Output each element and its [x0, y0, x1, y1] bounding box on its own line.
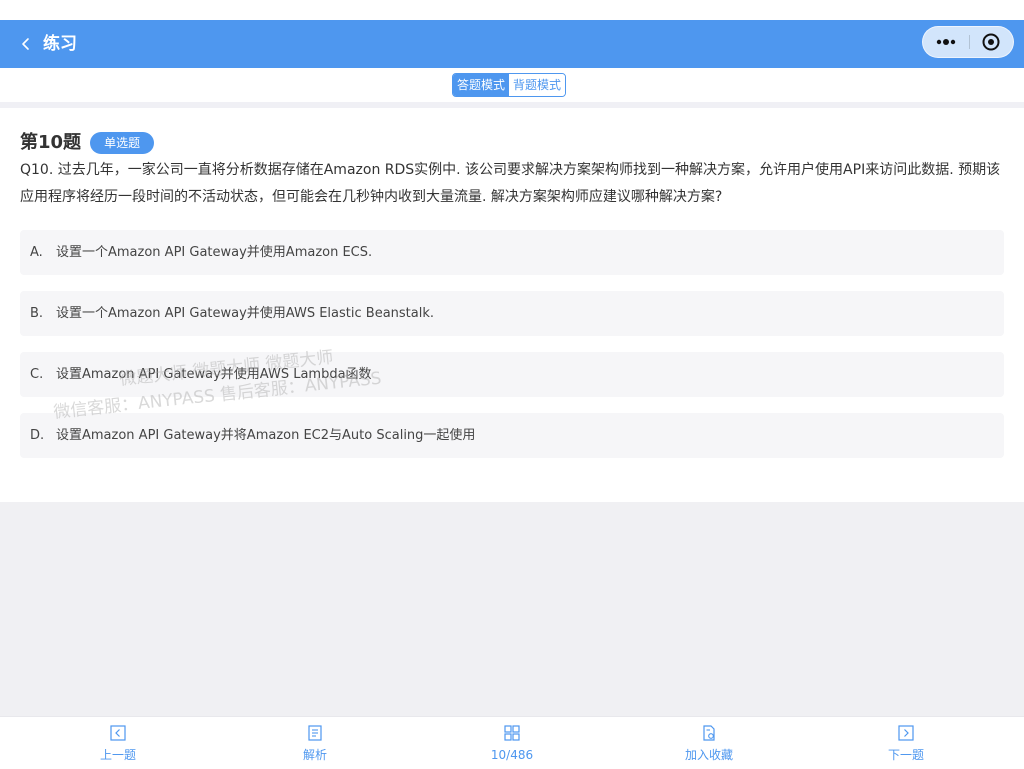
prev-square-icon: [110, 725, 126, 741]
close-button[interactable]: [970, 27, 1014, 57]
favorite-doc-icon: [701, 725, 717, 741]
mode-bar: 答题模式 背题模式: [0, 68, 1024, 102]
question-number: 第10题: [20, 132, 82, 153]
question-header: 第10题 单选题: [20, 132, 155, 154]
question-panel: 第10题 单选题 Q10. 过去几年，一家公司一直将分析数据存储在Amazon …: [0, 108, 1024, 502]
add-favorite-button[interactable]: 加入收藏: [659, 717, 759, 769]
tab-label: 上一题: [99, 748, 136, 762]
question-index-button[interactable]: 10/486: [462, 717, 562, 769]
mode-switch: 答题模式 背题模式: [452, 73, 567, 97]
status-strip: [0, 0, 1024, 20]
analysis-button[interactable]: 解析: [265, 717, 365, 769]
question-progress: 10/486: [490, 748, 534, 762]
next-question-button[interactable]: 下一题: [856, 717, 956, 769]
document-icon: [307, 725, 323, 741]
option-b[interactable]: B. 设置一个Amazon API Gateway并使用AWS Elastic …: [20, 291, 1004, 336]
more-button[interactable]: [923, 27, 969, 57]
question-text: Q10. 过去几年，一家公司一直将分析数据存储在Amazon RDS实例中. 该…: [20, 162, 1001, 205]
option-d[interactable]: D. 设置Amazon API Gateway并将Amazon EC2与Auto…: [20, 413, 1004, 458]
tab-label: 下一题: [887, 748, 924, 762]
prev-question-button[interactable]: 上一题: [68, 717, 168, 769]
option-letter: D.: [30, 428, 45, 443]
empty-area: [0, 502, 1024, 716]
option-letter: B.: [30, 306, 44, 321]
option-text: 设置Amazon API Gateway并使用AWS Lambda函数: [56, 367, 372, 382]
option-letter: C.: [30, 367, 44, 382]
grid-icon: [504, 725, 520, 741]
mode-answer-tab[interactable]: 答题模式: [453, 74, 510, 96]
mode-recite-tab[interactable]: 背题模式: [509, 74, 566, 96]
nav-bar: 练习: [0, 20, 1024, 68]
mini-program-capsule: [922, 26, 1014, 58]
option-a[interactable]: A. 设置一个Amazon API Gateway并使用Amazon ECS.: [20, 230, 1004, 275]
more-dots-icon: [923, 39, 969, 61]
option-text: 设置一个Amazon API Gateway并使用AWS Elastic Bea…: [56, 306, 435, 321]
option-text: 设置一个Amazon API Gateway并使用Amazon ECS.: [56, 245, 373, 260]
next-square-icon: [898, 725, 914, 741]
question-type-badge: 单选题: [90, 132, 155, 154]
target-circle-icon: [970, 33, 1014, 61]
option-text: 设置Amazon API Gateway并将Amazon EC2与Auto Sc…: [56, 428, 476, 443]
option-letter: A.: [30, 245, 43, 260]
back-button[interactable]: [18, 33, 36, 55]
page-title: 练习: [43, 34, 77, 54]
tab-label: 解析: [302, 748, 327, 762]
option-c[interactable]: C. 设置Amazon API Gateway并使用AWS Lambda函数: [20, 352, 1004, 397]
bottom-tab-bar: 上一题 解析 10/486 加入收藏 下一题: [0, 716, 1024, 768]
tab-label: 加入收藏: [684, 748, 733, 762]
chevron-left-icon: [18, 33, 36, 55]
